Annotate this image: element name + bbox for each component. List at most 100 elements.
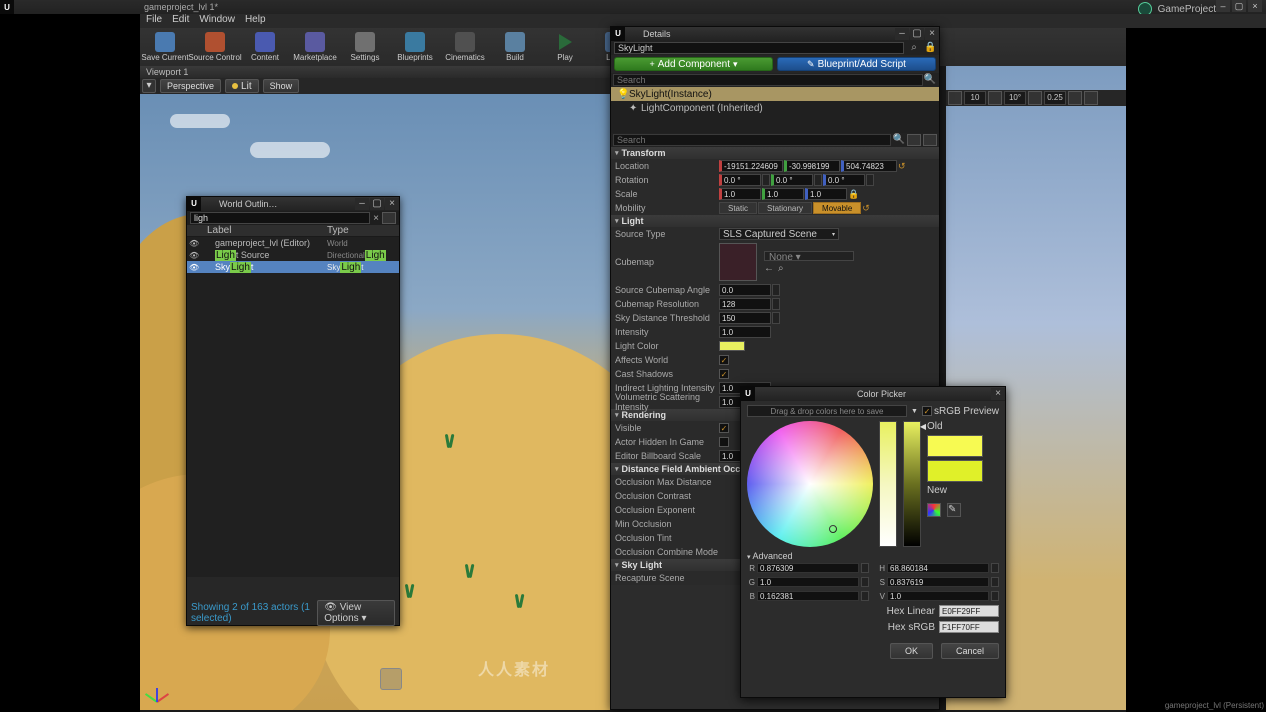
visibility-icon[interactable]: 👁 [189, 263, 201, 272]
translate-icon[interactable] [948, 91, 962, 105]
play-button[interactable]: Play [540, 28, 590, 66]
view-options-button[interactable]: 👁 View Options ▾ [317, 600, 395, 626]
blueprints-button[interactable]: Blueprints [390, 28, 440, 66]
location-x[interactable] [719, 160, 783, 172]
rotation-z[interactable] [823, 174, 865, 186]
advanced-section[interactable]: Advanced [747, 551, 999, 561]
outliner-row-skylight[interactable]: 👁 SkyLightSkyLight [187, 261, 399, 273]
maximize-button[interactable]: ▢ [370, 198, 384, 210]
scale-y[interactable] [762, 188, 804, 200]
visibility-icon[interactable]: 👁 [189, 251, 201, 260]
location-y[interactable] [784, 160, 840, 172]
project-tab[interactable]: gameproject_lvl 1* [144, 2, 218, 12]
srgb-preview-checkbox[interactable]: ✓ [922, 406, 932, 416]
component-root[interactable]: 💡SkyLight(Instance) [611, 87, 939, 101]
scale-x[interactable] [719, 188, 761, 200]
camera-speed-icon[interactable] [1068, 91, 1082, 105]
reset-icon[interactable]: ↺ [898, 161, 908, 171]
add-component-button[interactable]: + Add Component ▾ [614, 57, 773, 71]
cancel-button[interactable]: Cancel [941, 643, 999, 659]
location-z[interactable] [841, 160, 897, 172]
actor-name-input[interactable] [614, 42, 904, 54]
rotation-x[interactable] [719, 174, 761, 186]
saturation-strip[interactable] [879, 421, 897, 547]
content-button[interactable]: Content [240, 28, 290, 66]
close-button[interactable]: × [925, 28, 939, 40]
r-input[interactable] [758, 564, 858, 572]
maximize-button[interactable]: ▢ [1232, 0, 1246, 12]
s-input[interactable] [888, 578, 988, 586]
filter-icon[interactable] [382, 212, 396, 224]
menu-help[interactable]: Help [245, 14, 266, 28]
source-control-button[interactable]: Source Control [190, 28, 240, 66]
section-transform[interactable]: Transform [611, 147, 939, 159]
angle-snap-value[interactable]: 10° [1004, 91, 1026, 105]
chevron-down-icon[interactable]: ▼ [911, 408, 918, 415]
light-color-swatch[interactable] [719, 341, 745, 351]
section-light[interactable]: Light [611, 215, 939, 227]
browse-icon[interactable]: ⌕ [908, 42, 920, 54]
clear-search-icon[interactable]: × [370, 213, 382, 224]
theme-swatch-icon[interactable] [927, 503, 941, 517]
save-button[interactable]: Save Current [140, 28, 190, 66]
menu-file[interactable]: File [146, 14, 162, 28]
g-input[interactable] [758, 578, 858, 586]
scale-z[interactable] [805, 188, 847, 200]
column-label[interactable]: Label [203, 225, 327, 236]
minimize-button[interactable]: – [1216, 0, 1230, 12]
scale-icon[interactable] [1028, 91, 1042, 105]
spinner-icon[interactable] [991, 563, 999, 573]
property-matrix-icon[interactable] [907, 134, 921, 146]
hex-linear-input[interactable] [939, 605, 999, 617]
cubemap-thumbnail[interactable] [719, 243, 757, 281]
source-type-dropdown[interactable]: SLS Captured Scene [719, 228, 839, 240]
menu-edit[interactable]: Edit [172, 14, 189, 28]
spinner-icon[interactable] [866, 174, 874, 186]
blueprint-add-script-button[interactable]: ✎ Blueprint/Add Script [777, 57, 936, 71]
visibility-icon[interactable]: 👁 [189, 239, 201, 248]
b-input[interactable] [758, 592, 858, 600]
cubemap-res-input[interactable] [719, 298, 771, 310]
use-selected-icon[interactable]: ← [764, 263, 774, 273]
mobility-stationary[interactable]: Stationary [758, 202, 812, 214]
color-wheel[interactable] [747, 421, 873, 547]
mobility-movable[interactable]: Movable [813, 202, 861, 214]
component-child[interactable]: ✦LightComponent (Inherited) [611, 101, 939, 115]
browse-icon[interactable]: ⌕ [778, 263, 788, 273]
drag-drop-swatch[interactable]: Drag & drop colors here to save [747, 405, 907, 417]
minimize-button[interactable]: – [355, 198, 369, 210]
wheel-cursor[interactable] [829, 525, 837, 533]
cubemap-angle-input[interactable] [719, 284, 771, 296]
spinner-icon[interactable] [762, 174, 770, 186]
spinner-icon[interactable] [861, 577, 869, 587]
viewport-options-dropdown[interactable]: ▾ [142, 79, 156, 93]
close-button[interactable]: × [991, 388, 1005, 400]
lock-icon[interactable]: 🔒 [924, 42, 936, 54]
close-button[interactable]: × [385, 198, 399, 210]
component-search-input[interactable] [613, 74, 923, 86]
hex-srgb-input[interactable] [939, 621, 999, 633]
lock-scale-icon[interactable]: 🔒 [848, 189, 858, 199]
ok-button[interactable]: OK [890, 643, 933, 659]
spinner-icon[interactable] [772, 298, 780, 310]
spinner-icon[interactable] [814, 174, 822, 186]
cast-shadows-checkbox[interactable]: ✓ [719, 369, 729, 379]
property-search-input[interactable] [613, 134, 891, 146]
eyedropper-icon[interactable]: ✎ [947, 503, 961, 517]
settings-button[interactable]: Settings [340, 28, 390, 66]
rotation-y[interactable] [771, 174, 813, 186]
sky-distance-input[interactable] [719, 312, 771, 324]
close-button[interactable]: × [1248, 0, 1262, 12]
spinner-icon[interactable] [772, 284, 780, 296]
spinner-icon[interactable] [991, 577, 999, 587]
mobility-static[interactable]: Static [719, 202, 757, 214]
scale-snap-value[interactable]: 0.25 [1044, 91, 1066, 105]
lit-button[interactable]: Lit [225, 79, 259, 93]
value-strip[interactable]: ◀ [903, 421, 921, 547]
visible-checkbox[interactable]: ✓ [719, 423, 729, 433]
maximize-button[interactable]: ▢ [910, 28, 924, 40]
grid-snap-value[interactable]: 10 [964, 91, 986, 105]
h-input[interactable] [888, 564, 988, 572]
outliner-row-light-source[interactable]: 👁 Light SourceDirectionalLigh [187, 249, 399, 261]
spinner-icon[interactable] [861, 563, 869, 573]
